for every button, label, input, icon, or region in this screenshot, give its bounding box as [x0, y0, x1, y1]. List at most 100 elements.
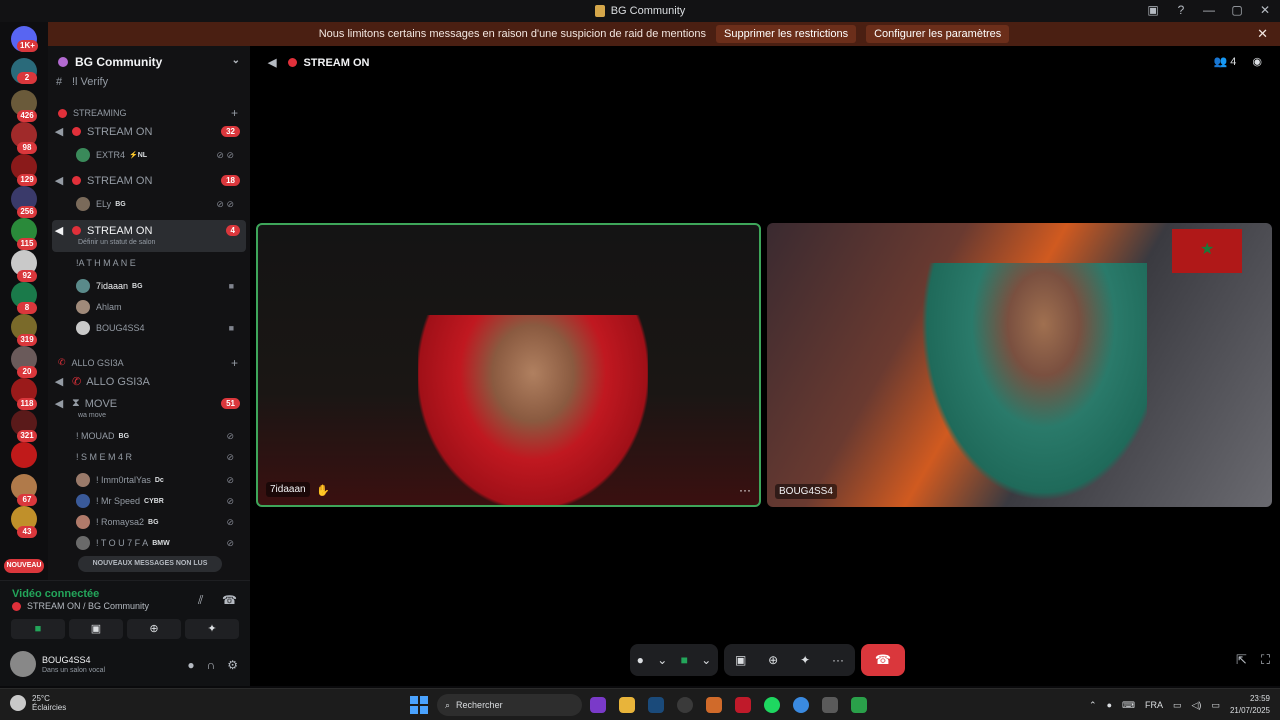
channel-stream-1[interactable]: ◀ STREAM ON 32 — [52, 125, 246, 138]
battery-icon[interactable]: ▭ — [1211, 700, 1220, 711]
phone-icon: ✆ — [58, 357, 66, 367]
voice-user[interactable]: ! S M E M 4 R ⊘ — [76, 452, 240, 463]
hang-up-button[interactable]: ☎ — [861, 644, 905, 676]
search-box[interactable]: ⌕ Rechercher — [437, 694, 582, 716]
fullscreen-icon[interactable]: ⛶ — [1261, 652, 1270, 668]
keyboard-icon[interactable]: ⌨ — [1122, 700, 1135, 711]
voice-user[interactable]: EXTR4 ⚡NL ⊘ ⊘ — [76, 148, 240, 162]
volume-icon[interactable]: ◁) — [1192, 700, 1202, 711]
voice-location[interactable]: STREAM ON / BG Community — [12, 601, 149, 611]
channel-move[interactable]: ◀ ⧗ MOVE 51 — [52, 397, 246, 410]
microphone-icon[interactable]: ● — [187, 658, 194, 672]
close-button[interactable]: ✕ — [1258, 3, 1272, 17]
popout-icon[interactable]: ⇱ — [1236, 652, 1247, 668]
app-icon[interactable] — [822, 697, 838, 713]
category-streaming[interactable]: STREAMING + — [58, 106, 238, 120]
discord-app-icon[interactable] — [590, 697, 606, 713]
channel-stream-3[interactable]: ◀ STREAM ON 4 — [52, 224, 246, 237]
camera-button[interactable]: ■ — [11, 619, 65, 639]
user-tag: BMW — [152, 539, 170, 547]
activity-button[interactable]: ⊕ — [768, 653, 778, 667]
remove-restrictions-button[interactable]: Supprimer les restrictions — [716, 25, 857, 43]
help-icon[interactable]: ? — [1174, 3, 1188, 17]
deafened-icon: ⊘ ⊘ — [216, 198, 234, 209]
voice-user[interactable]: BOUG4SS4 ■ — [76, 321, 240, 335]
chevron-down-icon[interactable]: ⌄ — [657, 653, 667, 667]
members-icon[interactable]: 👥 4 — [1214, 55, 1237, 68]
category-allo[interactable]: ✆ ALLO GSI3A + — [58, 356, 238, 370]
voice-user[interactable]: ! MOUAD BG ⊘ — [76, 431, 240, 442]
chevron-down-icon[interactable]: ⌄ — [232, 55, 240, 66]
noise-suppression-icon[interactable]: ⫽ — [198, 593, 203, 608]
user-panel[interactable]: BOUG4SS4 Dans un salon vocal — [10, 651, 105, 677]
voice-user[interactable]: ! Romaysa2 BG ⊘ — [76, 515, 240, 529]
file-explorer-icon[interactable] — [619, 697, 635, 713]
network-icon[interactable]: ▭ — [1173, 700, 1182, 711]
avatar — [76, 536, 90, 550]
server-logo-icon — [594, 5, 605, 17]
voice-user[interactable]: ! Imm0rtalYas Dc ⊘ — [76, 473, 240, 487]
hand-icon: ✋ — [316, 485, 330, 497]
more-options-icon[interactable]: ··· — [739, 483, 751, 497]
minimize-button[interactable]: — — [1202, 3, 1216, 17]
voice-user[interactable]: ! T O U 7 F A BMW ⊘ — [76, 536, 240, 550]
channel-allo[interactable]: ◀ ✆ ALLO GSI3A — [52, 375, 246, 389]
user-tag: BG — [118, 432, 130, 440]
voice-user[interactable]: 7idaaan BG ■ — [76, 279, 240, 293]
gear-icon[interactable]: ⚙ — [227, 658, 238, 672]
camera-button[interactable]: ■ — [681, 653, 688, 667]
add-channel-icon[interactable]: + — [231, 356, 238, 370]
more-button[interactable]: ··· — [832, 653, 844, 667]
voice-user[interactable]: ! Mr Speed CYBR ⊘ — [76, 494, 240, 508]
video-tile-7idaaan[interactable]: 7idaaan ✋ ··· — [256, 223, 761, 507]
microphone-icon[interactable]: ● — [1107, 700, 1112, 710]
channel-status[interactable]: Définir un statut de salon — [78, 239, 242, 246]
steam-icon[interactable] — [648, 697, 664, 713]
video-tile-boug4ss4[interactable]: BOUG4SS4 — [767, 223, 1272, 507]
activity-button[interactable]: ⊕ — [127, 619, 181, 639]
server-header[interactable]: BG Community ⌄ — [48, 46, 250, 78]
microphone-button[interactable]: ● — [637, 653, 644, 667]
voice-user[interactable]: ELy BG ⊘ ⊘ — [76, 197, 240, 211]
chevron-down-icon[interactable]: ⌄ — [701, 653, 711, 667]
soundboard-button[interactable]: ✦ — [185, 619, 239, 639]
language-indicator[interactable]: FRA — [1145, 700, 1163, 710]
app-icon[interactable] — [735, 697, 751, 713]
guild-badge: 43 — [17, 526, 37, 538]
channel-label: !l Verify — [72, 76, 109, 88]
weather-widget[interactable]: 25°C Éclaircies — [10, 694, 66, 712]
app-icon[interactable] — [851, 697, 867, 713]
chevron-up-icon[interactable]: ⌃ — [1089, 700, 1097, 711]
avatar — [76, 515, 90, 529]
channel-stream-2[interactable]: ◀ STREAM ON 18 — [52, 174, 246, 187]
maximize-button[interactable]: ▢ — [1230, 3, 1244, 17]
banner-close-icon[interactable]: ✕ — [1257, 26, 1268, 42]
chrome-icon[interactable] — [793, 697, 809, 713]
headphones-icon[interactable]: ∩ — [207, 658, 216, 672]
add-channel-icon[interactable]: + — [231, 106, 238, 120]
voice-user[interactable]: !A T H M A N E — [76, 258, 240, 268]
app-icon[interactable] — [677, 697, 693, 713]
category-label: ALLO GSI3A — [71, 357, 124, 368]
user-name: BOUG4SS4 — [96, 323, 145, 333]
share-screen-button[interactable]: ▣ — [69, 619, 123, 639]
clock[interactable]: 23:59 21/07/2025 — [1230, 693, 1270, 717]
guild-badge: 115 — [17, 238, 37, 250]
start-button[interactable] — [410, 696, 428, 714]
guild-icon[interactable] — [11, 442, 37, 468]
share-screen-button[interactable]: ▣ — [735, 653, 746, 667]
screen-share-icon[interactable]: ▣ — [1146, 3, 1160, 17]
spotify-icon[interactable] — [764, 697, 780, 713]
guild-badge: 256 — [17, 206, 37, 218]
speaker-icon: ◀ — [54, 376, 64, 388]
new-badge[interactable]: NOUVEAU — [4, 559, 44, 573]
disconnect-icon[interactable]: ☎ — [222, 593, 237, 607]
soundboard-button[interactable]: ✦ — [800, 653, 810, 667]
phone-icon: ✆ — [72, 376, 82, 388]
configure-settings-button[interactable]: Configurer les paramètres — [866, 25, 1010, 43]
voice-user[interactable]: Ahlam — [76, 300, 240, 314]
chat-icon[interactable]: ◉ — [1252, 55, 1262, 68]
channel-verify[interactable]: # !l Verify — [52, 76, 246, 88]
app-icon[interactable] — [706, 697, 722, 713]
new-messages-button[interactable]: NOUVEAUX MESSAGES NON LUS — [78, 556, 222, 572]
